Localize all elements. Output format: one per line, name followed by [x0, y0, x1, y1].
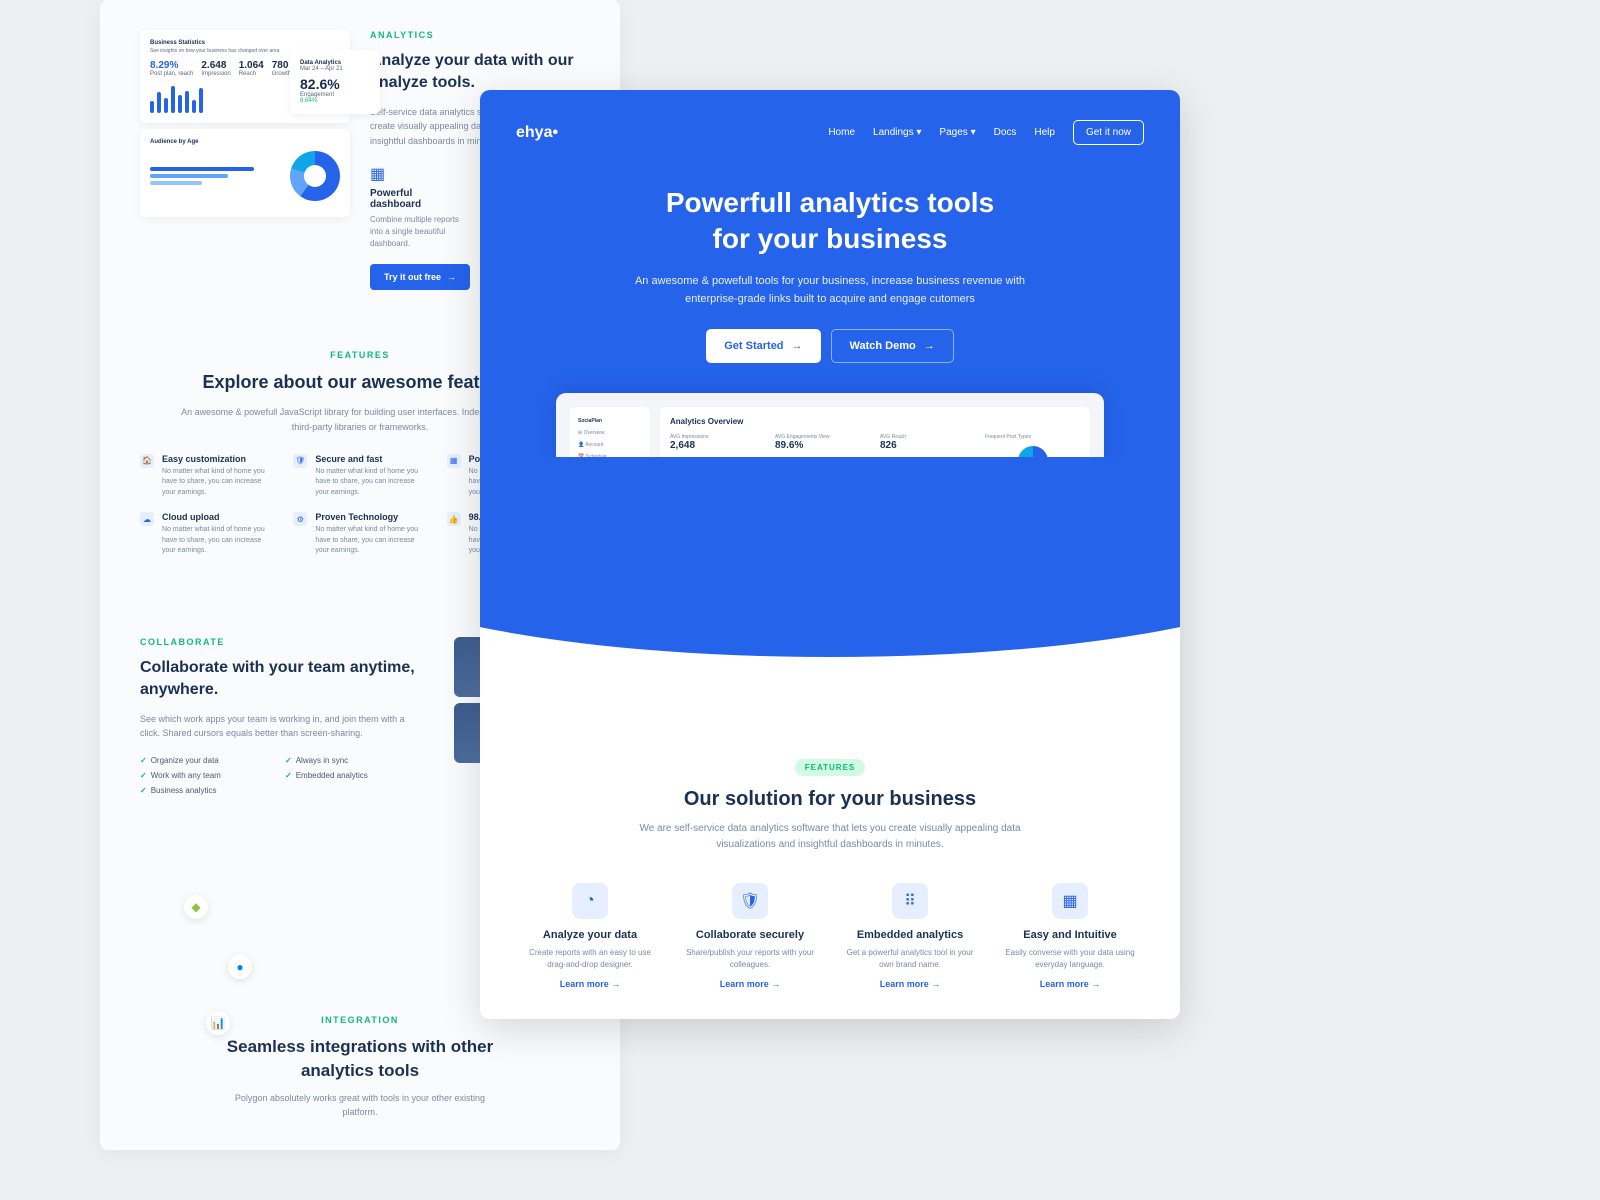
dashboard-title: Analytics Overview	[670, 417, 1080, 426]
home-icon: 🏠	[140, 454, 154, 468]
nav-docs[interactable]: Docs	[994, 127, 1017, 138]
check-item: Work with any team	[140, 771, 279, 780]
check-item: Organize your data	[140, 756, 279, 765]
learn-more-link[interactable]: Learn more →	[520, 979, 660, 989]
solutions-section: FEATURES Our solution for your business …	[480, 697, 1180, 1019]
chevron-down-icon: ▾	[916, 127, 921, 138]
solution-item: ⠿ Embedded analytics Get a powerful anal…	[840, 883, 980, 989]
dots-grid-icon: ⠿	[892, 883, 928, 919]
solution-item: ▦ Easy and Intuitive Easily converse wit…	[1000, 883, 1140, 989]
collab-eyebrow: COLLABORATE	[140, 637, 424, 647]
thumbs-up-icon: 👍	[447, 512, 461, 526]
pie-chart-icon: ◔	[572, 883, 608, 919]
check-item: Embedded analytics	[285, 771, 424, 780]
analytics-title: Analyze your data with our analyze tools…	[370, 50, 580, 95]
analytics-icon: 📊	[206, 1011, 230, 1035]
grid-icon: ▦	[447, 454, 461, 468]
nav-pages[interactable]: Pages ▾	[939, 127, 975, 138]
logo[interactable]: ehya•	[516, 124, 558, 142]
arrow-right-icon: →	[792, 340, 803, 352]
learn-more-link[interactable]: Learn more →	[1000, 979, 1140, 989]
nav-landings[interactable]: Landings ▾	[873, 127, 921, 138]
solutions-title: Our solution for your business	[520, 788, 1140, 811]
top-nav: ehya• Home Landings ▾ Pages ▾ Docs Help …	[516, 120, 1144, 145]
learn-more-link[interactable]: Learn more →	[680, 979, 820, 989]
nav-help[interactable]: Help	[1034, 127, 1055, 138]
collab-desc: See which work apps your team is working…	[140, 712, 424, 741]
arrow-right-icon: →	[924, 340, 935, 352]
right-landing-page: ehya• Home Landings ▾ Pages ▾ Docs Help …	[480, 90, 1180, 1019]
features-pill: FEATURES	[795, 759, 866, 776]
hero-curve	[480, 617, 1180, 697]
squares-icon: ▦	[1052, 883, 1088, 919]
hero-title: Powerfull analytics toolsfor your busine…	[516, 185, 1144, 258]
engagement-card: Data Analytics Mar 24 – Apr 21 82.6% Eng…	[290, 50, 380, 114]
analytics-eyebrow: ANALYTICS	[370, 30, 580, 40]
get-started-button[interactable]: Get Started→	[706, 329, 820, 363]
get-it-now-button[interactable]: Get it now	[1073, 120, 1144, 145]
feature-title: Powerful dashboard	[370, 188, 460, 210]
audience-card: Audience by Age	[140, 129, 350, 217]
digitalocean-icon: ●	[228, 955, 252, 979]
gear-icon: ⚙	[293, 512, 307, 526]
shield-check-icon: 🛡	[732, 883, 768, 919]
shield-icon: 🛡	[293, 454, 307, 468]
collab-title: Collaborate with your team anytime, anyw…	[140, 657, 424, 702]
solution-item: 🛡 Collaborate securely Share/publish you…	[680, 883, 820, 989]
feature-item: ⚙Proven TechnologyNo matter what kind of…	[293, 512, 426, 557]
feature-item: 🏠Easy customizationNo matter what kind o…	[140, 454, 273, 499]
feature-item: ☁Cloud uploadNo matter what kind of home…	[140, 512, 273, 557]
donut-chart-icon	[290, 151, 340, 201]
check-item: Business analytics	[140, 786, 279, 795]
try-it-button[interactable]: Try it out free→	[370, 264, 470, 290]
shopify-icon: ◆	[184, 895, 208, 919]
feature-desc: Combine multiple reports into a single b…	[370, 214, 460, 250]
solution-item: ◔ Analyze your data Create reports with …	[520, 883, 660, 989]
check-item: Always in sync	[285, 756, 424, 765]
integration-desc: Polygon absolutely works great with tool…	[220, 1091, 500, 1120]
solutions-desc: We are self-service data analytics softw…	[620, 821, 1040, 853]
learn-more-link[interactable]: Learn more →	[840, 979, 980, 989]
hero-description: An awesome & powefull tools for your bus…	[610, 272, 1050, 309]
chevron-down-icon: ▾	[971, 127, 976, 138]
cloud-icon: ☁	[140, 512, 154, 526]
watch-demo-button[interactable]: Watch Demo→	[831, 329, 954, 363]
arrow-right-icon: →	[447, 272, 456, 282]
integration-title: Seamless integrations with other analyti…	[220, 1035, 500, 1083]
feature-item: 🛡Secure and fastNo matter what kind of h…	[293, 454, 426, 499]
nav-home[interactable]: Home	[828, 127, 855, 138]
dashboard-icon: ▦	[370, 164, 460, 184]
